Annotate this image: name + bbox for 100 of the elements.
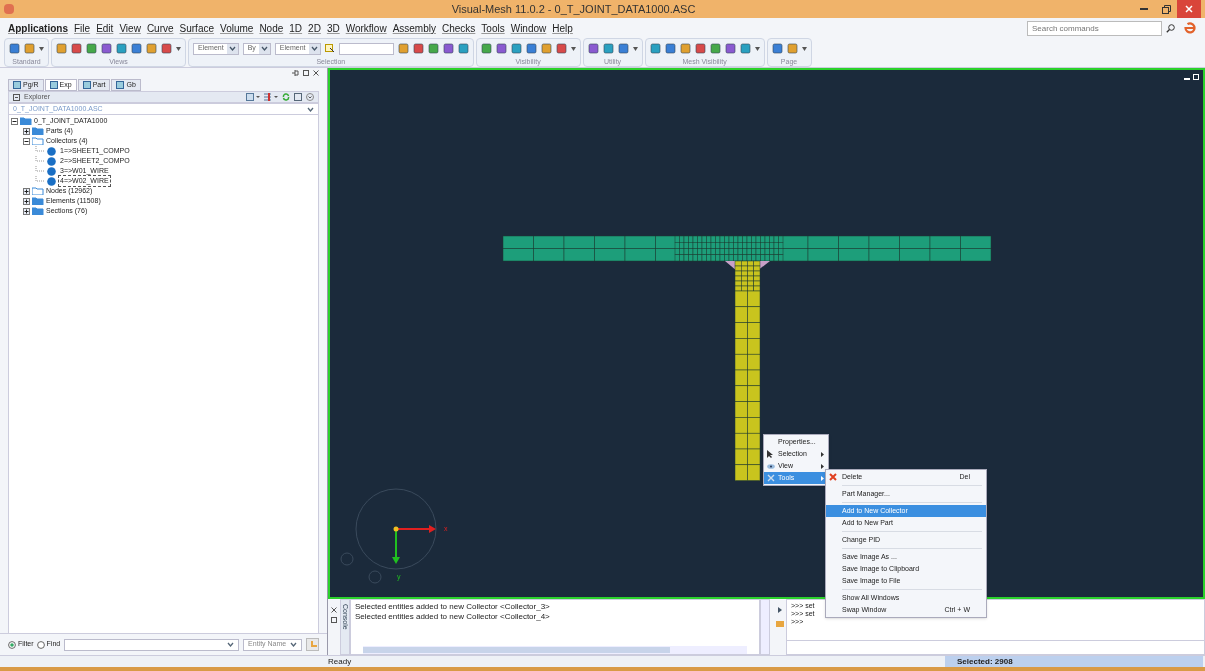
tool-icon[interactable] (131, 43, 142, 54)
tool-icon[interactable] (86, 43, 97, 54)
tool-icon[interactable] (442, 43, 454, 54)
chevron-down-icon (227, 642, 235, 647)
expand-icon[interactable] (23, 187, 30, 195)
app-icon (4, 4, 14, 14)
selection-field[interactable] (338, 42, 394, 55)
find-field[interactable] (64, 638, 240, 651)
tool-icon[interactable] (427, 43, 439, 54)
expand-icon[interactable] (23, 207, 30, 215)
tool-icon[interactable] (679, 43, 691, 54)
caret-down-icon[interactable] (176, 46, 181, 51)
folder-icon (32, 197, 44, 205)
console-line: Selected entities added to new Collector <Collector_4> (355, 612, 551, 622)
tool-icon[interactable] (617, 43, 629, 54)
tool-icon[interactable] (116, 43, 127, 54)
logo-icon (1183, 22, 1197, 34)
chevron-down-icon (290, 642, 298, 647)
tool-icon[interactable] (540, 43, 552, 54)
tool-icon[interactable] (480, 43, 492, 54)
maximize-icon[interactable] (1193, 74, 1199, 80)
tab-icon (49, 81, 58, 89)
tool-icon[interactable] (587, 43, 599, 54)
caret-down-icon[interactable] (754, 46, 760, 51)
tool-icon[interactable] (709, 43, 721, 54)
caret-down-icon[interactable] (570, 46, 576, 51)
horizontal-scrollbar[interactable] (363, 646, 747, 654)
collapse-icon[interactable] (13, 93, 20, 101)
menu-item[interactable]: File (74, 20, 91, 36)
tool-icon[interactable] (495, 43, 507, 54)
tool-icon[interactable] (510, 43, 522, 54)
pin-icon[interactable] (331, 617, 337, 623)
menu-item[interactable]: 3D (326, 20, 340, 36)
caret-down-icon[interactable] (801, 46, 807, 51)
command-input[interactable] (787, 640, 1204, 654)
cursor-icon (767, 450, 773, 458)
dropdown-icon[interactable] (306, 93, 314, 101)
menu-item[interactable]: 2D (308, 20, 321, 36)
menu-item[interactable]: Volume (220, 20, 254, 36)
menu-item[interactable]: Curve (146, 20, 174, 36)
menu-item[interactable]: Assembly (392, 20, 436, 36)
menu-item[interactable]: Window (510, 20, 547, 36)
pin-icon[interactable] (292, 70, 299, 76)
menu-item[interactable]: 1D (289, 20, 303, 36)
tool-icon[interactable] (739, 43, 751, 54)
refresh-icon[interactable] (282, 93, 290, 101)
select-icon[interactable] (324, 43, 335, 54)
bars-icon[interactable] (264, 93, 278, 101)
window-icon[interactable] (294, 93, 302, 101)
tool-icon[interactable] (649, 43, 661, 54)
tool-icon[interactable] (602, 43, 614, 54)
expand-icon[interactable] (23, 197, 30, 205)
caret-down-icon[interactable] (632, 46, 638, 51)
collapse-icon[interactable] (11, 117, 18, 125)
tool-icon[interactable] (771, 43, 783, 54)
chevron-down-icon (258, 43, 270, 54)
caret-right-icon[interactable] (778, 607, 782, 613)
collector-dot-icon (47, 166, 56, 176)
menu-item[interactable]: Workflow (345, 20, 387, 36)
tab-icon (82, 81, 91, 89)
menu-item[interactable]: Checks (442, 20, 476, 36)
float-icon[interactable] (303, 70, 309, 76)
close-button[interactable] (1177, 0, 1201, 18)
menu-item[interactable]: Applications (8, 20, 68, 36)
tool-icon[interactable] (724, 43, 736, 54)
layout-icon[interactable] (246, 93, 260, 101)
menu-item[interactable]: Help (552, 20, 573, 36)
menu-item[interactable]: Edit (96, 20, 114, 36)
collapse-icon[interactable] (23, 137, 30, 145)
tool-icon[interactable] (412, 43, 424, 54)
menu-item[interactable]: Tools (481, 20, 505, 36)
tool-icon[interactable] (161, 43, 172, 54)
collector-dot-icon (47, 146, 56, 156)
menu-item[interactable]: Node (259, 20, 284, 36)
tool-icon[interactable] (664, 43, 676, 54)
window-title: Visual-Mesh 11.0.2 - 0_T_JOINT_DATA1000.ASC (451, 1, 696, 17)
menu-item[interactable]: Surface (179, 20, 215, 36)
close-icon[interactable] (331, 607, 337, 613)
tool-icon[interactable] (555, 43, 567, 54)
tool-icon[interactable] (525, 43, 537, 54)
tool-icon[interactable] (457, 43, 469, 54)
tool-icon[interactable] (24, 43, 35, 54)
search-icon (1166, 23, 1175, 33)
folder-icon (32, 127, 44, 135)
tool-icon[interactable] (9, 43, 20, 54)
search-field[interactable]: Search commands (1027, 20, 1162, 36)
vertical-scrollbar[interactable] (760, 599, 770, 655)
tool-icon[interactable] (71, 43, 82, 54)
close-icon[interactable] (313, 70, 319, 76)
minimize-icon (1140, 8, 1148, 10)
tool-icon[interactable] (56, 43, 67, 54)
tool-icon[interactable] (397, 43, 409, 54)
tool-icon[interactable] (146, 43, 157, 54)
expand-icon[interactable] (23, 127, 30, 135)
tools-icon (767, 474, 775, 482)
caret-down-icon[interactable] (39, 46, 44, 51)
menu-item[interactable]: View (119, 20, 141, 36)
tool-icon[interactable] (786, 43, 798, 54)
tool-icon[interactable] (101, 43, 112, 54)
tool-icon[interactable] (694, 43, 706, 54)
